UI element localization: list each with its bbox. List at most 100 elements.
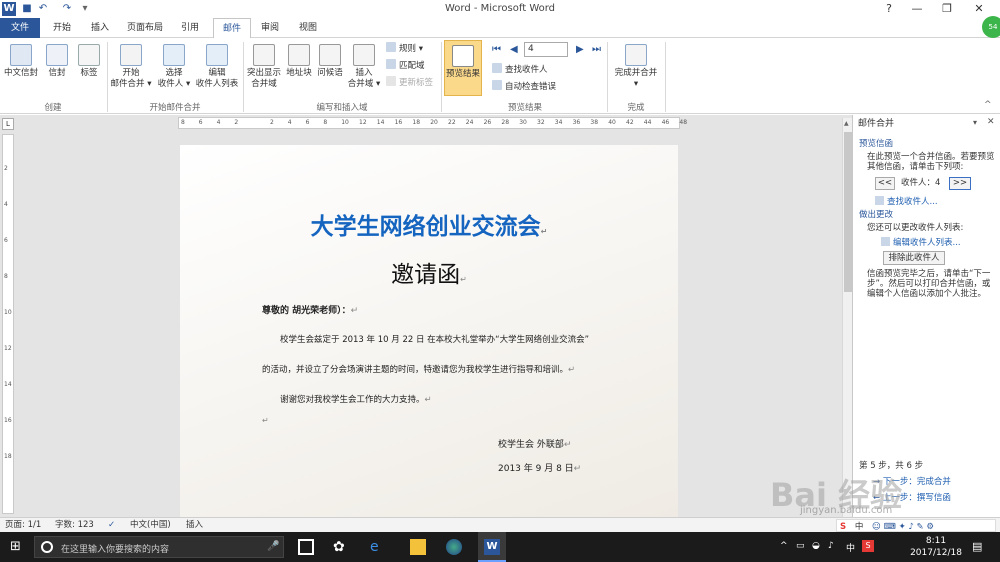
preview-results-button[interactable]: 预览结果 — [444, 40, 482, 96]
scroll-up-icon[interactable]: ▲ — [844, 120, 852, 128]
address-block-button[interactable]: 地址块 — [284, 44, 314, 79]
page-count[interactable]: 页面: 1/1 — [5, 518, 41, 532]
next-record-icon[interactable]: ▶ — [576, 44, 584, 55]
proofing-icon[interactable]: ✓ — [108, 518, 115, 532]
ruler-tick: 6 — [4, 237, 8, 244]
tab-review[interactable]: 审阅 — [252, 18, 288, 38]
find-recipient-link[interactable]: 查找收件人... — [875, 195, 938, 207]
envelope-button[interactable]: 信封 — [42, 44, 72, 79]
show-hidden-icons[interactable]: ^ — [780, 541, 788, 551]
volume-icon[interactable]: ♪ — [828, 541, 834, 551]
rules-button[interactable]: 规则 ▾ — [386, 42, 423, 56]
paragraph-2: 的活动，并设立了分会场演讲主题的时间，特邀请您为我校学生进行指导和培训。↵ — [262, 365, 576, 375]
pane-close-icon[interactable]: ✕ — [987, 117, 995, 127]
windows-start-icon[interactable]: ⊞ — [10, 539, 21, 555]
paragraph-3: 谢谢您对我校学生会工作的大力支持。↵ — [280, 395, 432, 405]
greeting-icon — [319, 44, 341, 66]
ruler-tick: 8 — [4, 273, 8, 280]
word-taskbar-button[interactable]: W — [478, 532, 506, 562]
edge-icon[interactable]: e — [370, 539, 386, 555]
ruler-tick: 28 — [501, 119, 510, 126]
empty-paragraph-mark: ↵ — [262, 416, 269, 425]
insert-mode[interactable]: 插入 — [186, 518, 203, 532]
divider — [441, 42, 442, 112]
greeting-line-button[interactable]: 问候语 — [314, 44, 346, 79]
tab-layout[interactable]: 页面布局 — [120, 18, 170, 38]
ribbon-tabs: 文件 开始 插入 页面布局 引用 邮件 审阅 视图 54 — [0, 16, 1000, 39]
select-recipients-button[interactable]: 选择 收件人 ▾ — [154, 44, 194, 90]
highlight-merge-fields-button[interactable]: 突出显示 合并域 — [244, 44, 284, 90]
match-fields-button[interactable]: 匹配域 — [386, 59, 425, 73]
find-recipient-button[interactable]: 查找收件人 — [492, 63, 548, 77]
first-record-icon[interactable]: ⏮ — [492, 44, 501, 55]
signature-org: 校学生会 外联部↵ — [498, 440, 572, 450]
collapse-ribbon-icon[interactable]: ^ — [984, 100, 992, 110]
action-center-icon[interactable]: ▤ — [972, 540, 982, 553]
edit-recipient-list-link[interactable]: 编辑收件人列表... — [881, 236, 961, 248]
ruler-tick: 18 — [412, 119, 421, 126]
floating-badge-icon[interactable]: 54 — [982, 16, 1000, 38]
recipients-icon — [163, 44, 185, 66]
edit-list-icon — [881, 237, 890, 246]
record-number-input[interactable]: 4 — [524, 42, 568, 57]
taskbar-search[interactable]: 在这里输入你要搜索的内容 🎤 — [34, 536, 284, 558]
tab-home[interactable]: 开始 — [44, 18, 80, 38]
signature-date: 2013 年 9 月 8 日↵ — [498, 464, 582, 474]
minimize-button[interactable]: — — [902, 0, 932, 18]
battery-icon[interactable]: ▭ — [796, 541, 805, 551]
network-icon[interactable]: ◒ — [812, 541, 820, 551]
last-record-icon[interactable]: ⏭ — [592, 44, 601, 55]
ruler-tick: 22 — [448, 119, 456, 126]
start-mail-merge-button[interactable]: 开始 邮件合并 ▾ — [108, 44, 154, 90]
finish-merge-button[interactable]: 完成并合并 ▾ — [610, 44, 662, 90]
tab-view[interactable]: 视图 — [290, 18, 326, 38]
ruler-tick: 46 — [661, 119, 670, 126]
ruler-tick: 44 — [643, 119, 652, 126]
file-explorer-icon[interactable] — [410, 539, 426, 555]
chinese-envelope-button[interactable]: 中文信封 — [2, 44, 40, 79]
language-indicator[interactable]: 中文(中国) — [130, 518, 171, 532]
tab-file[interactable]: 文件 — [0, 18, 40, 38]
tab-insert[interactable]: 插入 — [82, 18, 118, 38]
ime-toolbar[interactable]: S 中 ☺ ⌨ ✦ ♪ ✎ ⚙ — [836, 519, 996, 532]
document-page[interactable]: 大学生网络创业交流会↵ 邀请函↵ 尊敬的 胡光荣老师）：↵ 校学生会兹定于 20… — [180, 145, 678, 517]
watermark-url: jingyan.baidu.com — [800, 505, 893, 516]
task-view-icon[interactable] — [298, 539, 314, 555]
update-labels-button[interactable]: 更新标签 — [386, 76, 433, 90]
help-icon[interactable]: ? — [874, 0, 904, 18]
auto-check-errors-button[interactable]: 自动检查错误 — [492, 80, 556, 94]
restore-button[interactable]: ❐ — [932, 0, 962, 18]
edit-recipient-list-button[interactable]: 编辑 收件人列表 — [194, 44, 240, 90]
next-recipient-button[interactable]: >> — [949, 177, 971, 190]
taskbar-clock[interactable]: 8:11 2017/12/18 — [906, 535, 966, 559]
ime-mode-label: 中 — [854, 522, 864, 532]
ruler-tick: 6 — [198, 119, 203, 126]
word-count[interactable]: 字数: 123 — [55, 518, 94, 532]
search-placeholder: 在这里输入你要搜索的内容 — [61, 545, 170, 555]
scroll-thumb[interactable] — [844, 132, 852, 292]
ruler-tick: 4 — [4, 201, 8, 208]
sogou-tray-icon[interactable]: S — [862, 540, 874, 552]
ruler-tick: 14 — [4, 381, 12, 388]
exclude-recipient-button[interactable]: 排除此收件人 — [883, 251, 945, 265]
insert-merge-field-button[interactable]: 插入 合并域 ▾ — [346, 44, 382, 90]
window-title: Word - Microsoft Word — [444, 3, 556, 14]
ruler-tick: 12 — [359, 119, 367, 126]
tab-mailings[interactable]: 邮件 — [213, 18, 251, 39]
browser-app-icon[interactable] — [446, 539, 462, 555]
insert-field-icon — [353, 44, 375, 66]
previous-record-icon[interactable]: ◀ — [510, 44, 518, 55]
group-label-start: 开始邮件合并 — [149, 103, 201, 113]
labels-button[interactable]: 标签 — [74, 44, 104, 79]
ruler-tick: 20 — [430, 119, 438, 126]
vertical-scrollbar[interactable]: ▲ — [842, 118, 852, 517]
previous-recipient-button[interactable]: << — [875, 177, 895, 190]
tab-selector-icon[interactable]: L — [2, 118, 14, 130]
pane-options-icon[interactable]: ▾ — [973, 118, 977, 127]
tab-references[interactable]: 引用 — [172, 18, 208, 38]
pinwheel-app-icon[interactable]: ✿ — [333, 539, 349, 555]
ime-language-indicator[interactable]: 中 — [846, 541, 855, 554]
ruler-tick: 2 — [4, 165, 8, 172]
ruler-tick: 26 — [483, 119, 492, 126]
address-block-icon — [288, 44, 310, 66]
